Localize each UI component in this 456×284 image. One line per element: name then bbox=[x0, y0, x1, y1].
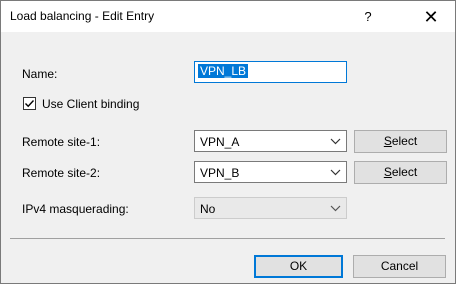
edit-entry-dialog: Load balancing - Edit Entry ? ✕ Name: VP… bbox=[0, 0, 456, 284]
cancel-button[interactable]: Cancel bbox=[353, 255, 446, 278]
select-2-label: elect bbox=[391, 165, 418, 179]
help-button[interactable]: ? bbox=[356, 6, 380, 28]
ipv4-masquerading-value: No bbox=[200, 202, 216, 216]
footer-separator bbox=[10, 238, 445, 239]
ipv4-masquerading-label: IPv4 masquerading: bbox=[22, 202, 129, 216]
remote-site-1-label: Remote site-1: bbox=[22, 135, 101, 149]
client-binding-checkbox[interactable] bbox=[23, 97, 36, 110]
ipv4-masquerading-dropdown[interactable]: No bbox=[194, 197, 347, 219]
help-icon: ? bbox=[364, 9, 372, 24]
remote-site-1-dropdown[interactable]: VPN_A bbox=[194, 130, 347, 152]
select-remote-site-1-button[interactable]: Select bbox=[354, 130, 447, 153]
close-icon: ✕ bbox=[423, 7, 439, 27]
chevron-down-icon bbox=[330, 138, 341, 145]
remote-site-2-value: VPN_B bbox=[200, 166, 240, 180]
select-1-access-key: S bbox=[383, 134, 392, 148]
window-title: Load balancing - Edit Entry bbox=[10, 9, 155, 23]
close-button[interactable]: ✕ bbox=[416, 5, 446, 29]
name-label: Name: bbox=[22, 67, 58, 81]
chevron-down-icon bbox=[330, 169, 341, 176]
chevron-down-icon bbox=[330, 205, 341, 212]
remote-site-2-dropdown[interactable]: VPN_B bbox=[194, 161, 347, 183]
ok-button[interactable]: OK bbox=[254, 255, 343, 278]
select-remote-site-2-button[interactable]: Select bbox=[354, 161, 447, 184]
select-1-label: elect bbox=[391, 134, 418, 148]
remote-site-1-value: VPN_A bbox=[200, 135, 240, 149]
remote-site-2-label: Remote site-2: bbox=[22, 166, 101, 180]
name-field-value: VPN_LB bbox=[198, 64, 249, 78]
title-bar: Load balancing - Edit Entry ? ✕ bbox=[1, 1, 455, 32]
name-field[interactable]: VPN_LB bbox=[194, 61, 347, 83]
check-icon bbox=[25, 100, 35, 108]
select-2-access-key: S bbox=[383, 165, 392, 179]
client-binding-label[interactable]: Use Client binding bbox=[42, 97, 139, 111]
